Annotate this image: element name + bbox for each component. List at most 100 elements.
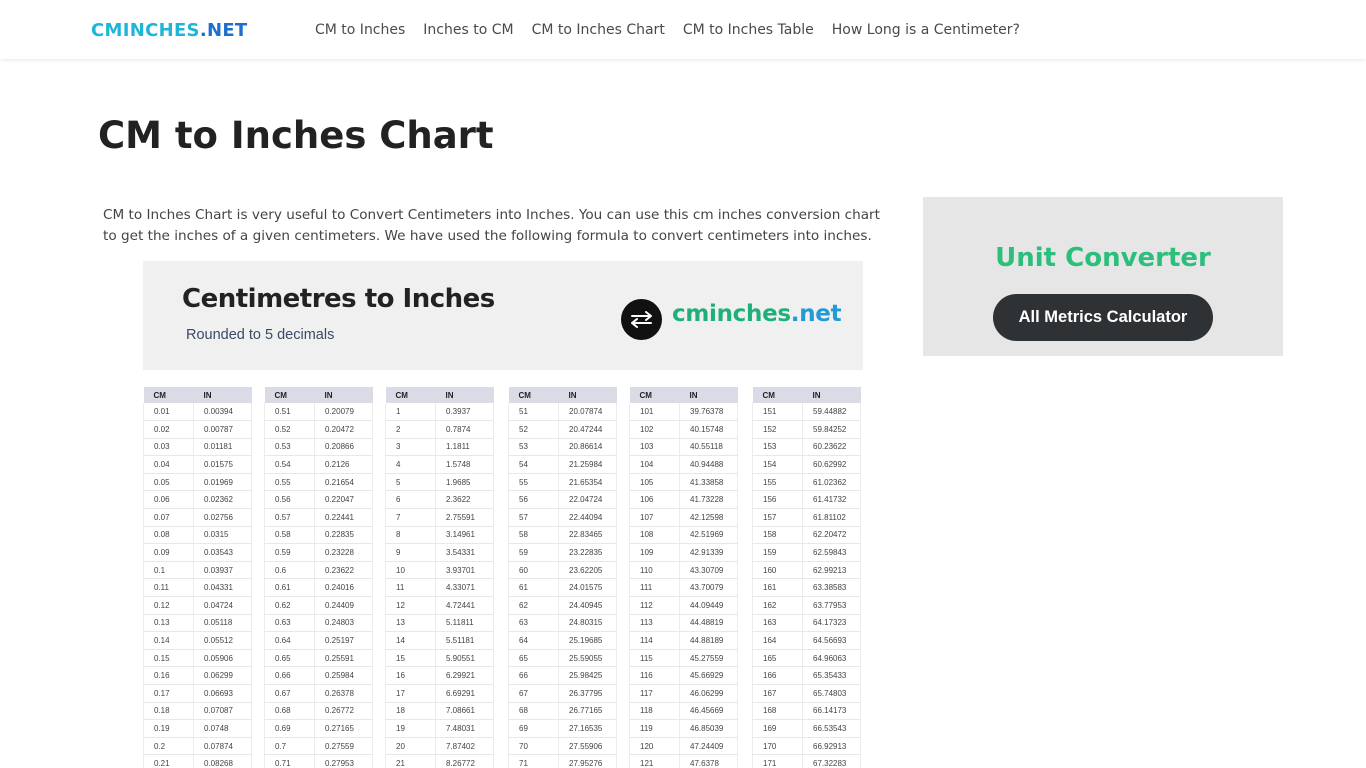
cell-inch-value: 66.53543 (802, 719, 861, 738)
cell-cm-value: 9 (385, 543, 436, 562)
cell-inch-value: 0.02362 (193, 490, 252, 510)
table-row: 0.56 0.22047 (264, 490, 373, 510)
cell-cm-value: 102 (629, 420, 680, 439)
cell-inch-value: 0.27165 (314, 719, 373, 738)
table-row: 171 67.32283 (752, 754, 861, 768)
cell-inch-value: 7.48031 (435, 719, 494, 738)
nav-link-cm-to-inches-chart[interactable]: CM to Inches Chart (532, 22, 665, 38)
table-row: 0.54 0.2126 (264, 455, 373, 474)
table-row: 0.14 0.05512 (143, 631, 252, 650)
column-header-cm: CM (752, 387, 803, 403)
table-row: 162 63.77953 (752, 596, 861, 615)
cell-cm-value: 0.01 (143, 403, 194, 422)
all-metrics-calculator-button[interactable]: All Metrics Calculator (993, 294, 1213, 341)
cell-inch-value: 1.1811 (435, 438, 494, 457)
table-row: 0.1 0.03937 (143, 561, 252, 580)
table-row: 62 24.40945 (508, 596, 617, 615)
table-row: 56 22.04724 (508, 490, 617, 510)
nav-link-cm-to-inches-table[interactable]: CM to Inches Table (683, 22, 814, 38)
table-row: 152 59.84252 (752, 420, 861, 439)
cell-inch-value: 62.99213 (802, 561, 861, 580)
cell-inch-value: 23.22835 (558, 543, 617, 562)
cell-inch-value: 5.90551 (435, 649, 494, 668)
table-row: 0.67 0.26378 (264, 684, 373, 703)
table-row: 119 46.85039 (629, 719, 738, 738)
cell-cm-value: 54 (508, 455, 559, 474)
table-row: 0.6 0.23622 (264, 561, 373, 580)
table-row: 4 1.5748 (385, 455, 494, 474)
nav-link-inches-to-cm[interactable]: Inches to CM (423, 22, 513, 38)
cell-inch-value: 0.04331 (193, 578, 252, 598)
table-row: 0.2 0.07874 (143, 737, 252, 756)
cell-inch-value: 0.22835 (314, 526, 373, 545)
cell-cm-value: 56 (508, 490, 559, 510)
banner-brand: cminches.net (672, 301, 842, 327)
cell-inch-value: 21.65354 (558, 473, 617, 492)
table-row: 115 45.27559 (629, 649, 738, 668)
cell-cm-value: 169 (752, 719, 803, 738)
cell-cm-value: 0.05 (143, 473, 194, 492)
logo-text-part1: CMINCHES (91, 20, 200, 41)
cell-cm-value: 7 (385, 508, 436, 527)
cell-cm-value: 0.61 (264, 578, 315, 598)
table-row: 0.12 0.04724 (143, 596, 252, 615)
cell-cm-value: 53 (508, 438, 559, 457)
cell-inch-value: 44.48819 (679, 614, 738, 633)
cell-cm-value: 107 (629, 508, 680, 527)
cell-cm-value: 63 (508, 614, 559, 633)
cell-cm-value: 18 (385, 702, 436, 721)
cell-cm-value: 0.58 (264, 526, 315, 545)
cell-inch-value: 0.25984 (314, 666, 373, 685)
cell-cm-value: 0.56 (264, 490, 315, 510)
cell-inch-value: 39.76378 (679, 403, 738, 422)
table-row: 105 41.33858 (629, 473, 738, 492)
cell-inch-value: 0.05118 (193, 614, 252, 633)
table-row: 117 46.06299 (629, 684, 738, 703)
nav-link-cm-to-inches[interactable]: CM to Inches (315, 22, 405, 38)
cell-cm-value: 66 (508, 666, 559, 685)
cell-inch-value: 0.03543 (193, 543, 252, 562)
cell-cm-value: 0.03 (143, 438, 194, 457)
cell-cm-value: 0.62 (264, 596, 315, 615)
cell-inch-value: 20.47244 (558, 420, 617, 439)
table-row: 64 25.19685 (508, 631, 617, 650)
cell-inch-value: 40.15748 (679, 420, 738, 439)
cell-inch-value: 22.83465 (558, 526, 617, 545)
cell-cm-value: 121 (629, 754, 680, 768)
cell-inch-value: 0.27559 (314, 737, 373, 756)
cell-cm-value: 0.55 (264, 473, 315, 492)
nav-link-how-long-centimeter[interactable]: How Long is a Centimeter? (832, 22, 1020, 38)
cell-cm-value: 0.65 (264, 649, 315, 668)
cell-cm-value: 55 (508, 473, 559, 492)
table-row: 13 5.11811 (385, 614, 494, 633)
table-row: 70 27.55906 (508, 737, 617, 756)
swap-arrows-icon (621, 299, 662, 340)
cell-inch-value: 3.14961 (435, 526, 494, 545)
table-row: 59 23.22835 (508, 543, 617, 562)
cell-cm-value: 0.17 (143, 684, 194, 703)
cell-inch-value: 21.25984 (558, 455, 617, 474)
cell-cm-value: 0.57 (264, 508, 315, 527)
cell-inch-value: 0.20866 (314, 438, 373, 457)
cell-cm-value: 110 (629, 561, 680, 580)
table-row: 69 27.16535 (508, 719, 617, 738)
cell-cm-value: 64 (508, 631, 559, 650)
site-logo[interactable]: CMINCHES.NET (91, 20, 248, 41)
cell-inch-value: 26.77165 (558, 702, 617, 721)
table-row: 0.65 0.25591 (264, 649, 373, 668)
cell-inch-value: 5.11811 (435, 614, 494, 633)
table-row: 151 59.44882 (752, 403, 861, 422)
cell-inch-value: 8.26772 (435, 754, 494, 768)
cell-cm-value: 153 (752, 438, 803, 457)
table-row: 18 7.08661 (385, 702, 494, 721)
cell-cm-value: 0.69 (264, 719, 315, 738)
table-row: 55 21.65354 (508, 473, 617, 492)
table-row: 167 65.74803 (752, 684, 861, 703)
cell-cm-value: 118 (629, 702, 680, 721)
table-row: 2 0.7874 (385, 420, 494, 439)
cell-cm-value: 69 (508, 719, 559, 738)
cell-cm-value: 3 (385, 438, 436, 457)
cell-cm-value: 0.08 (143, 526, 194, 545)
cell-inch-value: 0.23228 (314, 543, 373, 562)
cell-inch-value: 0.24803 (314, 614, 373, 633)
